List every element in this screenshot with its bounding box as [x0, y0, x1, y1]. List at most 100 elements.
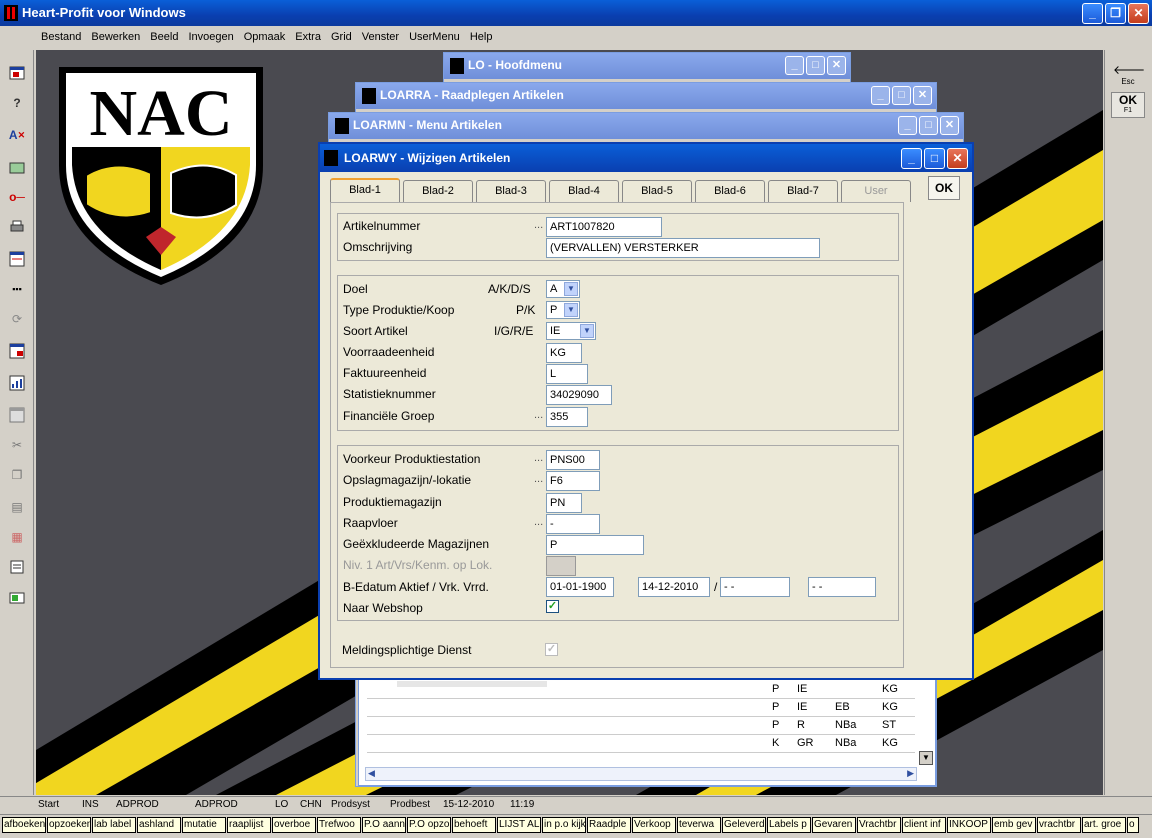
- task-button[interactable]: Verkoop: [632, 817, 676, 833]
- paste-special-icon[interactable]: ▦: [8, 528, 26, 546]
- task-button[interactable]: vrachtbr: [1037, 817, 1081, 833]
- minimize-button[interactable]: _: [901, 148, 922, 169]
- tab-blad-6[interactable]: Blad-6: [695, 180, 765, 202]
- produktiemag-field[interactable]: PN: [546, 493, 582, 513]
- key-icon[interactable]: o─: [8, 188, 26, 206]
- chevron-down-icon[interactable]: ▼: [564, 282, 578, 296]
- dots-icon[interactable]: ▪▪▪: [8, 280, 26, 298]
- scroll-right-icon[interactable]: ▶: [907, 768, 914, 779]
- tab-blad-5[interactable]: Blad-5: [622, 180, 692, 202]
- menu-beeld[interactable]: Beeld: [145, 31, 183, 43]
- chevron-down-icon[interactable]: ▼: [564, 303, 578, 317]
- tab-blad-4[interactable]: Blad-4: [549, 180, 619, 202]
- task-button[interactable]: afboeken: [2, 817, 46, 833]
- minimize-button[interactable]: _: [785, 56, 804, 75]
- artikelnummer-field[interactable]: ART1007820: [546, 217, 662, 237]
- close-button[interactable]: ✕: [947, 148, 968, 169]
- folder-icon[interactable]: [8, 158, 26, 176]
- lookup-dots[interactable]: ...: [534, 452, 543, 464]
- tab-blad-1[interactable]: Blad-1: [330, 178, 400, 202]
- statistiek-field[interactable]: 34029090: [546, 385, 612, 405]
- menu-usermenu[interactable]: UserMenu: [404, 31, 465, 43]
- form-icon[interactable]: [8, 250, 26, 268]
- scroll-down-icon[interactable]: ▼: [919, 751, 933, 765]
- window-gray-icon[interactable]: [8, 406, 26, 424]
- task-button[interactable]: overboe: [272, 817, 316, 833]
- close-button[interactable]: ✕: [827, 56, 846, 75]
- chart-icon[interactable]: [8, 374, 26, 392]
- maximize-button[interactable]: □: [806, 56, 825, 75]
- menu-extra[interactable]: Extra: [290, 31, 326, 43]
- cut-icon[interactable]: ✂: [8, 436, 26, 454]
- maximize-button[interactable]: □: [892, 86, 911, 105]
- lookup-dots[interactable]: ...: [534, 409, 543, 421]
- task-button[interactable]: P.O opzo: [407, 817, 451, 833]
- task-button[interactable]: LIJST AL: [497, 817, 541, 833]
- task-button[interactable]: behoeft: [452, 817, 496, 833]
- refresh-icon[interactable]: ⟳: [8, 310, 26, 328]
- task-button[interactable]: lab label: [92, 817, 136, 833]
- copy-icon[interactable]: ❐: [8, 466, 26, 484]
- table-row[interactable]: P IE EB KG: [367, 699, 915, 717]
- font-icon[interactable]: A ✕: [8, 126, 26, 144]
- tab-user[interactable]: User: [841, 180, 911, 202]
- doel-select[interactable]: A ▼: [546, 280, 580, 298]
- task-button[interactable]: mutatie: [182, 817, 226, 833]
- meldings-checkbox[interactable]: ✓: [545, 643, 558, 656]
- tab-blad-3[interactable]: Blad-3: [476, 180, 546, 202]
- menu-opmaak[interactable]: Opmaak: [239, 31, 291, 43]
- help-icon[interactable]: ?: [8, 94, 26, 112]
- menu-bestand[interactable]: Bestand: [36, 31, 86, 43]
- screen-icon[interactable]: [8, 590, 26, 608]
- close-button[interactable]: ✕: [913, 86, 932, 105]
- task-button[interactable]: ashland: [137, 817, 181, 833]
- print-icon[interactable]: [8, 218, 26, 236]
- task-button[interactable]: art. groe: [1082, 817, 1126, 833]
- bedatum-aktief-field[interactable]: 01-01-1900: [546, 577, 614, 597]
- geexcl-field[interactable]: P: [546, 535, 644, 555]
- faktuur-field[interactable]: L: [546, 364, 588, 384]
- restore-button[interactable]: ❐: [1105, 3, 1126, 24]
- table-row[interactable]: P IE KG: [367, 681, 915, 699]
- menu-bewerken[interactable]: Bewerken: [86, 31, 145, 43]
- task-button[interactable]: o: [1127, 817, 1139, 833]
- task-button[interactable]: Trefwoo: [317, 817, 361, 833]
- minimize-button[interactable]: _: [898, 116, 917, 135]
- minimize-button[interactable]: _: [1082, 3, 1103, 24]
- raapvloer-field[interactable]: -: [546, 514, 600, 534]
- task-button[interactable]: Gevaren: [812, 817, 856, 833]
- chevron-down-icon[interactable]: ▼: [580, 324, 594, 338]
- opslag-field[interactable]: F6: [546, 471, 600, 491]
- minimize-button[interactable]: _: [871, 86, 890, 105]
- type-select[interactable]: P ▼: [546, 301, 580, 319]
- financieel-field[interactable]: 355: [546, 407, 588, 427]
- voorkeur-field[interactable]: PNS00: [546, 450, 600, 470]
- lookup-dots[interactable]: ...: [534, 516, 543, 528]
- tab-blad-2[interactable]: Blad-2: [403, 180, 473, 202]
- paste-icon[interactable]: ▤: [8, 498, 26, 516]
- ok-button[interactable]: OK: [928, 176, 960, 200]
- table-row[interactable]: K GR NBa KG: [367, 735, 915, 753]
- close-button[interactable]: ✕: [1128, 3, 1149, 24]
- voorraad-field[interactable]: KG: [546, 343, 582, 363]
- esc-button[interactable]: 🡐 Esc: [1113, 62, 1145, 88]
- maximize-button[interactable]: □: [919, 116, 938, 135]
- webshop-checkbox[interactable]: ✓: [546, 600, 559, 613]
- task-button[interactable]: opzoeken: [47, 817, 91, 833]
- lookup-dots[interactable]: ...: [534, 219, 543, 231]
- task-button[interactable]: P.O aann: [362, 817, 406, 833]
- maximize-button[interactable]: □: [924, 148, 945, 169]
- menu-grid[interactable]: Grid: [326, 31, 357, 43]
- task-button[interactable]: emb gev: [992, 817, 1036, 833]
- bedatum-vrrd-field[interactable]: - -: [720, 577, 790, 597]
- task-button[interactable]: in p.o kijk: [542, 817, 586, 833]
- task-button[interactable]: Labels p: [767, 817, 811, 833]
- menu-invoegen[interactable]: Invoegen: [183, 31, 238, 43]
- lookup-dots[interactable]: ...: [534, 473, 543, 485]
- ok-side-button[interactable]: OK F1: [1111, 92, 1145, 118]
- properties-icon[interactable]: [8, 558, 26, 576]
- task-button[interactable]: Vrachtbr: [857, 817, 901, 833]
- edit-form-icon[interactable]: [8, 342, 26, 360]
- menu-venster[interactable]: Venster: [357, 31, 404, 43]
- menu-help[interactable]: Help: [465, 31, 498, 43]
